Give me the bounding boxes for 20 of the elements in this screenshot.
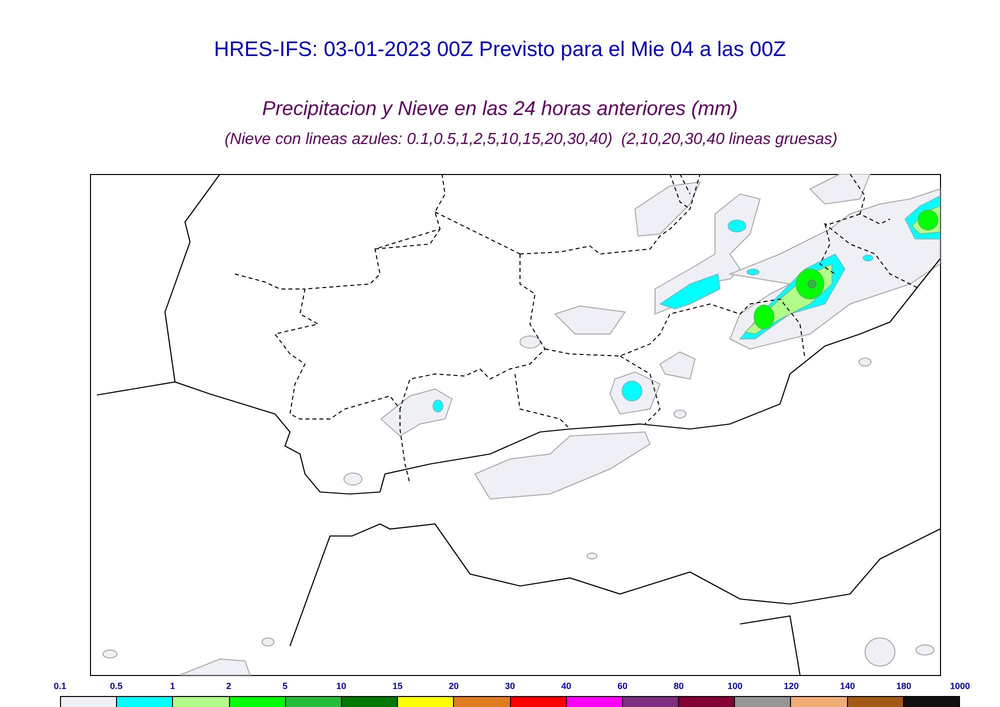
chart-subtitle: Precipitacion y Nieve en las 24 horas anteriores (mm) [261,96,739,122]
scale-label: 140 [840,680,856,692]
scale-label: 10 [336,680,346,692]
scale-label: 20 [448,680,459,692]
scale-label: 80 [674,680,684,692]
scale-label: 100 [727,680,743,692]
scale-label: 180 [896,680,912,692]
scale-label: 1 [170,680,175,692]
scale-label: 120 [784,680,799,692]
scale-label: 0.5 [110,680,122,692]
scale-label: 60 [618,680,628,692]
scale-label: 0.1 [54,680,66,692]
scale-label: 2 [226,680,232,692]
scale-label: 5 [282,680,288,692]
scale-label: 40 [561,680,572,692]
chart-title: HRES-IFS: 03-01-2023 00Z Previsto para el Mie 04 a las 00Z [213,37,787,63]
scale-label: 30 [505,680,515,692]
scale-label: 1000 [950,680,970,692]
chart-note: (Nieve con lineas azules: 0.1,0.5,1,2,5,10,15,20,30,40) (2,10,20,30,40 lineas gruesas) [224,130,838,150]
scale-label: 15 [392,680,402,692]
